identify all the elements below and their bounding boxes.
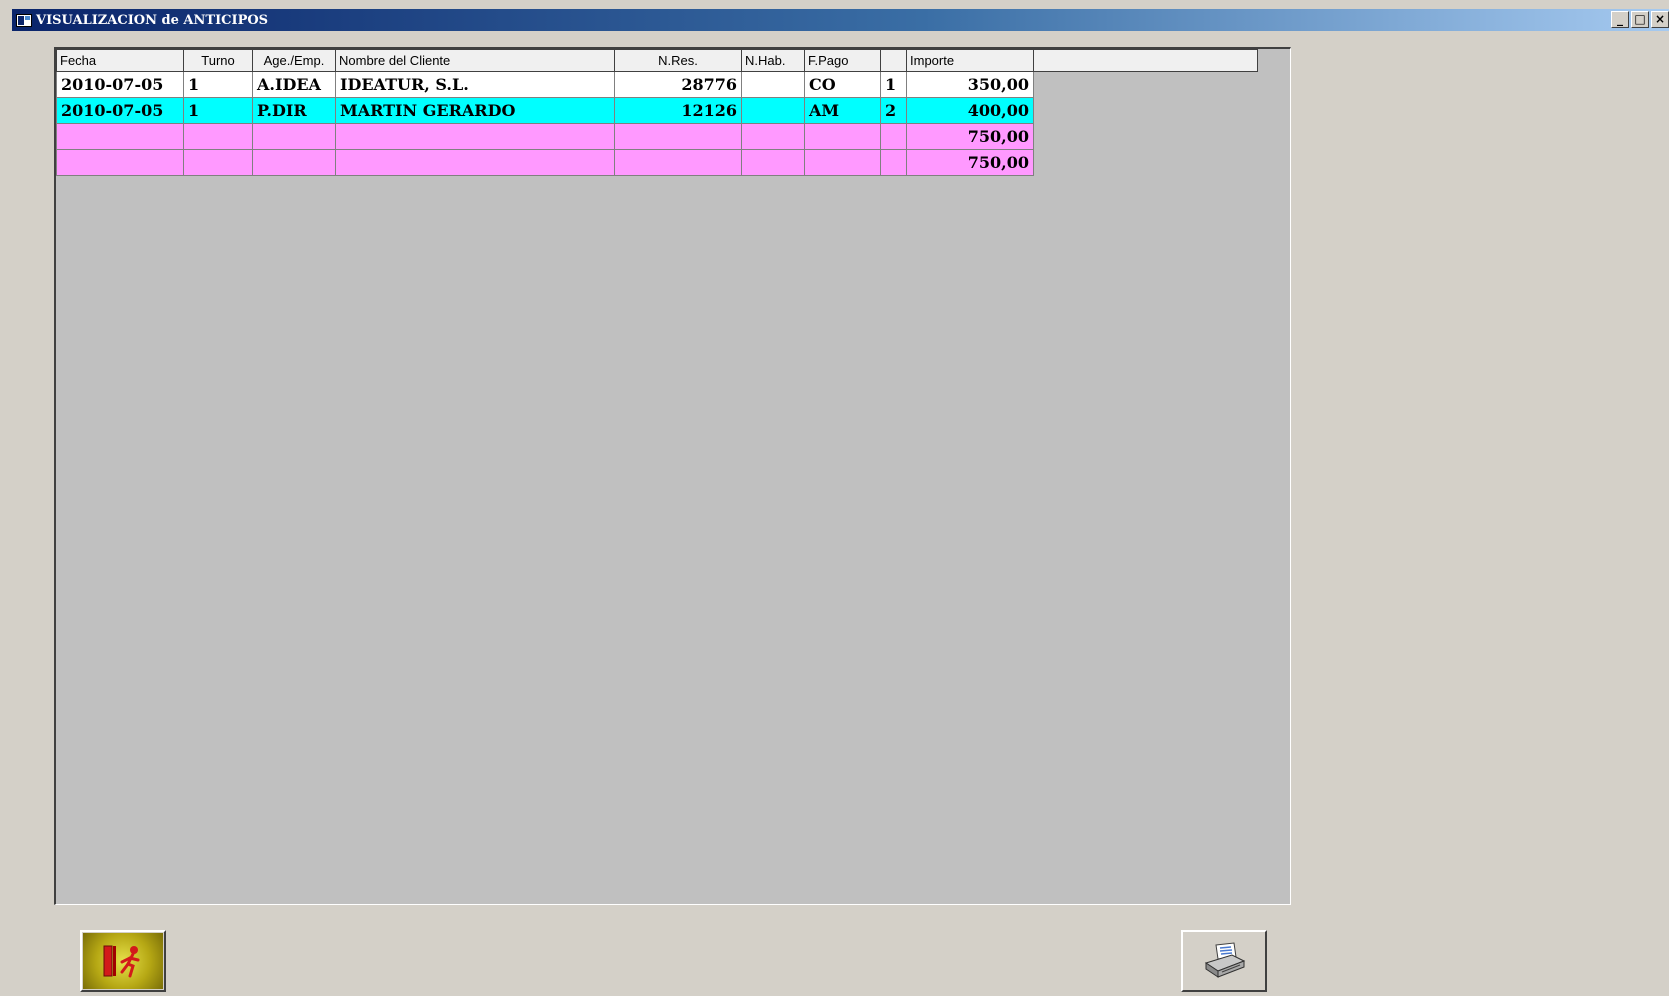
col-n-hab[interactable]: N.Hab. [741, 49, 805, 72]
cell-fecha: 2010-07-05 [56, 97, 184, 124]
maximize-button[interactable]: □ [1631, 11, 1649, 28]
cell-num: 1 [880, 71, 907, 98]
cell-num: 2 [880, 97, 907, 124]
col-fecha[interactable]: Fecha [56, 49, 184, 72]
cell-cliente: MARTIN GERARDO [335, 97, 615, 124]
print-button[interactable] [1181, 930, 1267, 992]
col-age-emp[interactable]: Age./Emp. [252, 49, 336, 72]
printer-icon [1204, 942, 1246, 978]
col-nombre-cliente[interactable]: Nombre del Cliente [335, 49, 615, 72]
window-icon [16, 13, 32, 27]
col-importe[interactable]: Importe [906, 49, 1034, 72]
minimize-button[interactable]: _ [1611, 11, 1629, 28]
col-blank[interactable] [880, 49, 907, 72]
cell-f-pago: CO [804, 71, 881, 98]
title-bar[interactable]: VISUALIZACION de ANTICIPOS _ □ × [12, 9, 1669, 31]
header-row: Fecha Turno Age./Emp. Nombre del Cliente… [56, 49, 1258, 72]
cell-importe: 400,00 [906, 97, 1034, 124]
cell-cliente: IDEATUR, S.L. [335, 71, 615, 98]
exit-door-icon [103, 945, 140, 978]
window-title: VISUALIZACION de ANTICIPOS [36, 12, 269, 28]
exit-button[interactable] [80, 930, 166, 992]
close-button[interactable]: × [1651, 11, 1669, 28]
cell-n-hab [741, 71, 805, 98]
cell-f-pago: AM [804, 97, 881, 124]
cell-turno: 1 [183, 97, 253, 124]
cell-age-emp: A.IDEA [252, 71, 336, 98]
cell-n-hab [741, 97, 805, 124]
cell-age-emp: P.DIR [252, 97, 336, 124]
col-n-res[interactable]: N.Res. [614, 49, 742, 72]
total-importe: 750,00 [906, 123, 1034, 150]
table-row[interactable]: 2010-07-05 1 P.DIR MARTIN GERARDO 12126 … [56, 97, 1258, 124]
total-row[interactable]: 750,00 [56, 123, 1258, 150]
cell-importe: 350,00 [906, 71, 1034, 98]
window-controls: _ □ × [1611, 11, 1669, 28]
table-row[interactable]: 2010-07-05 1 A.IDEA IDEATUR, S.L. 28776 … [56, 71, 1258, 98]
anticipos-grid[interactable]: Fecha Turno Age./Emp. Nombre del Cliente… [54, 47, 1291, 905]
col-filler [1033, 49, 1258, 72]
total-importe: 750,00 [906, 149, 1034, 176]
cell-fecha: 2010-07-05 [56, 71, 184, 98]
col-f-pago[interactable]: F.Pago [804, 49, 881, 72]
anticipos-table: Fecha Turno Age./Emp. Nombre del Cliente… [56, 49, 1258, 176]
col-turno[interactable]: Turno [183, 49, 253, 72]
cell-n-res: 28776 [614, 71, 742, 98]
cell-turno: 1 [183, 71, 253, 98]
total-row[interactable]: 750,00 [56, 149, 1258, 176]
cell-n-res: 12126 [614, 97, 742, 124]
anticipos-window: VISUALIZACION de ANTICIPOS _ □ × Fecha T… [0, 0, 1669, 996]
